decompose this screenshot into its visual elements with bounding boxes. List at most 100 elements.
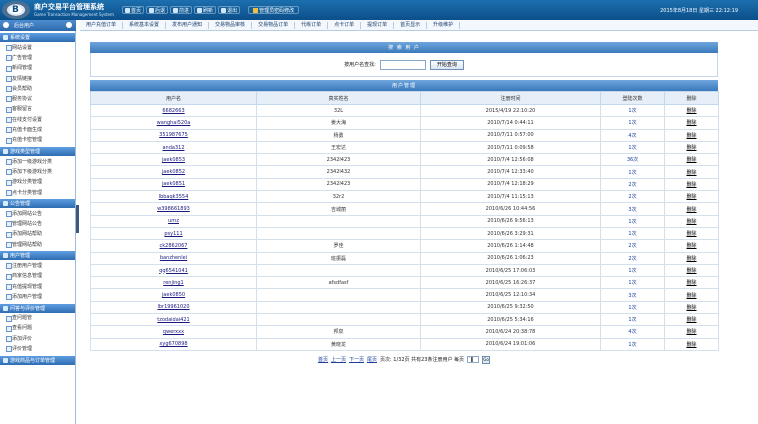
sidebar-section[interactable]: 游戏商品与订单管理 bbox=[0, 355, 75, 365]
username-link[interactable]: lbr19961020 bbox=[157, 304, 189, 310]
sidebar-item[interactable]: 点卡分类管理 bbox=[0, 187, 75, 197]
sidebar-item[interactable]: 会员帮助 bbox=[0, 83, 75, 93]
sidebar-section[interactable]: 问答与评价管理 bbox=[0, 303, 75, 313]
sidebar-item[interactable]: 友情链接 bbox=[0, 73, 75, 83]
username-link[interactable]: qwerxxx bbox=[163, 329, 184, 335]
sidebar-item[interactable]: 游戏分类管理 bbox=[0, 177, 75, 187]
delete-link[interactable]: 删除 bbox=[664, 325, 719, 339]
sidebar-item[interactable]: 商家信息管理 bbox=[0, 271, 75, 281]
delete-link[interactable]: 删除 bbox=[664, 153, 719, 167]
topnav-item[interactable]: 交易物品订单 bbox=[252, 21, 296, 29]
search-button[interactable]: 开始查询 bbox=[429, 59, 464, 70]
last-page-link[interactable]: 尾页 bbox=[367, 356, 377, 363]
sidebar-item[interactable]: 添加下级游戏分类 bbox=[0, 166, 75, 176]
topnav-item[interactable]: 系统基本设置 bbox=[123, 21, 167, 29]
username-link[interactable]: qq6541041 bbox=[159, 268, 188, 274]
delete-link[interactable]: 删除 bbox=[664, 288, 719, 302]
delete-link[interactable]: 删除 bbox=[664, 103, 719, 118]
topnav-item[interactable]: 升级维护 bbox=[427, 21, 461, 29]
topnav-item[interactable]: 代练订单 bbox=[295, 21, 329, 29]
sidebar-item[interactable]: 添加网站帮助 bbox=[0, 229, 75, 239]
username-cell: jaek0852 bbox=[90, 165, 257, 179]
collapse-icon[interactable] bbox=[66, 22, 72, 28]
username-link[interactable]: jaek0850 bbox=[162, 292, 185, 298]
delete-link[interactable]: 删除 bbox=[664, 263, 719, 278]
sidebar-item[interactable]: 在线支付设置 bbox=[0, 114, 75, 124]
sidebar-item[interactable]: 注册用户管理 bbox=[0, 260, 75, 270]
topnav-item[interactable]: 交易物品审核 bbox=[209, 21, 253, 29]
username-link[interactable]: banzhenlei bbox=[160, 255, 187, 261]
username-link[interactable]: wanghai520a bbox=[157, 120, 191, 126]
sidebar-section[interactable]: 公告管理 bbox=[0, 199, 75, 209]
topnav-item[interactable]: 点卡订单 bbox=[328, 21, 362, 29]
username-link[interactable]: ck2862067 bbox=[160, 243, 188, 249]
next-page-link[interactable]: 下一页 bbox=[349, 356, 364, 363]
topnav-item[interactable]: 发布用户通知 bbox=[166, 21, 210, 29]
username-link[interactable]: jaek0852 bbox=[162, 169, 185, 175]
username-link[interactable]: urnz bbox=[168, 218, 179, 224]
change-password-button[interactable]: 管理员密码修改 bbox=[248, 6, 300, 14]
delete-link[interactable]: 删除 bbox=[664, 165, 719, 179]
register-time-cell: 2010/7/11 0:09:58 bbox=[420, 140, 601, 155]
sidebar-item[interactable]: 客服留言 bbox=[0, 104, 75, 114]
username-link[interactable]: anda312 bbox=[162, 145, 184, 151]
sidebar-item[interactable]: 评价管理 bbox=[0, 343, 75, 353]
sidebar-item[interactable]: 充值卡面生成 bbox=[0, 124, 75, 134]
sidebar-item[interactable]: 充值卡密管理 bbox=[0, 135, 75, 145]
delete-link[interactable]: 删除 bbox=[664, 214, 719, 228]
delete-link[interactable]: 删除 bbox=[664, 128, 719, 142]
sidebar-item[interactable]: 添加评价 bbox=[0, 333, 75, 343]
delete-link[interactable]: 删除 bbox=[664, 140, 719, 155]
username-link[interactable]: lbbaqk3554 bbox=[159, 194, 189, 200]
logout-button[interactable]: 退出 bbox=[218, 6, 241, 14]
username-link[interactable]: 6682663 bbox=[162, 108, 184, 114]
sidebar-section[interactable]: 游戏类型管理 bbox=[0, 146, 75, 156]
username-link[interactable]: psy111 bbox=[164, 231, 182, 237]
page-number-input[interactable] bbox=[467, 356, 480, 364]
forward-button[interactable]: 前进 bbox=[170, 6, 193, 14]
back-button[interactable]: 后退 bbox=[146, 6, 169, 14]
sidebar-item[interactable]: 查看问题 bbox=[0, 323, 75, 333]
sidebar-item[interactable]: 新闻管理 bbox=[0, 63, 75, 73]
topnav-item[interactable]: 首页显示 bbox=[394, 21, 428, 29]
username-link[interactable]: w398661893 bbox=[157, 206, 190, 212]
sidebar-toggle-handle[interactable] bbox=[76, 205, 79, 233]
username-link[interactable]: jaek0851 bbox=[162, 181, 185, 187]
delete-link[interactable]: 删除 bbox=[664, 337, 719, 351]
search-input[interactable] bbox=[379, 59, 426, 70]
sidebar-item[interactable]: 添加网站公告 bbox=[0, 208, 75, 218]
sidebar-item[interactable]: 网站设置 bbox=[0, 42, 75, 52]
home-button[interactable]: 首页 bbox=[122, 6, 145, 14]
first-page-link[interactable]: 首页 bbox=[318, 356, 328, 363]
delete-link[interactable]: 删除 bbox=[664, 239, 719, 253]
sidebar-item[interactable]: 管理网站公告 bbox=[0, 218, 75, 228]
sidebar-section[interactable]: 系统设置 bbox=[0, 33, 75, 42]
delete-link[interactable]: 删除 bbox=[664, 226, 719, 241]
delete-link[interactable]: 删除 bbox=[664, 276, 719, 290]
sidebar-item[interactable]: 添加用户管理 bbox=[0, 291, 75, 301]
prev-page-link[interactable]: 上一页 bbox=[331, 356, 346, 363]
sidebar-section[interactable]: 用户管理 bbox=[0, 251, 75, 261]
username-link[interactable]: jaek0853 bbox=[162, 157, 185, 163]
delete-link[interactable]: 删除 bbox=[664, 190, 719, 204]
sidebar-item[interactable]: 添加一级游戏分类 bbox=[0, 156, 75, 166]
go-button[interactable]: Go bbox=[482, 355, 491, 364]
username-link[interactable]: tzodaidai421 bbox=[157, 317, 189, 323]
topnav-item[interactable]: 提现订单 bbox=[361, 21, 395, 29]
topnav-item[interactable]: 用户充值订单 bbox=[80, 21, 124, 29]
delete-link[interactable]: 删除 bbox=[664, 251, 719, 265]
username-link[interactable]: renjing1 bbox=[163, 280, 184, 286]
sidebar-item[interactable]: 服务协议 bbox=[0, 93, 75, 103]
sidebar-item[interactable]: 管理网站帮助 bbox=[0, 239, 75, 249]
delete-link[interactable]: 删除 bbox=[664, 202, 719, 216]
username-link[interactable]: 351987675 bbox=[159, 132, 188, 138]
delete-link[interactable]: 删除 bbox=[664, 116, 719, 130]
delete-link[interactable]: 删除 bbox=[664, 300, 719, 315]
sidebar-item[interactable]: 广告管理 bbox=[0, 52, 75, 62]
refresh-button[interactable]: 刷新 bbox=[194, 6, 217, 14]
delete-link[interactable]: 删除 bbox=[664, 313, 719, 327]
delete-link[interactable]: 删除 bbox=[664, 177, 719, 192]
username-link[interactable]: xyg670898 bbox=[159, 341, 187, 347]
sidebar-item[interactable]: 充值提现管理 bbox=[0, 281, 75, 291]
sidebar-item[interactable]: 查问题管 bbox=[0, 313, 75, 323]
